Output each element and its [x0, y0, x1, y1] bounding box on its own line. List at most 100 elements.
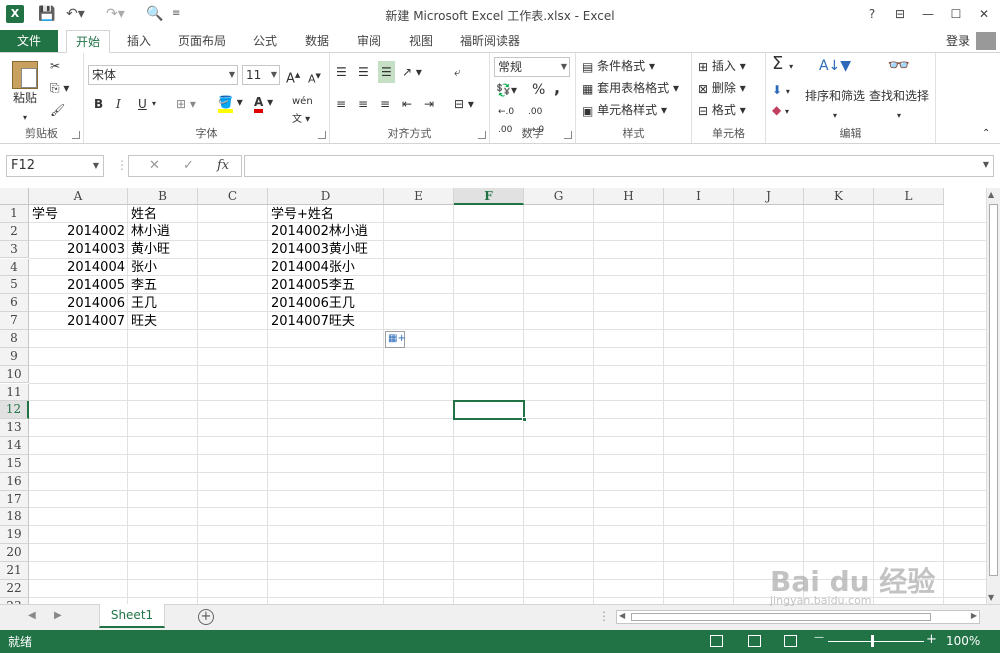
cell-b2[interactable]: 林小逍 — [131, 223, 195, 240]
increase-font-icon[interactable]: A▲ — [286, 66, 300, 88]
customize-quick-access-icon[interactable]: ≡ — [172, 5, 180, 23]
add-sheet-icon[interactable]: + — [198, 609, 214, 625]
underline-dropdown-icon[interactable]: ▾ — [152, 95, 156, 113]
prev-sheet-icon[interactable]: ◀ — [28, 610, 36, 621]
row-header-17[interactable]: 17 — [0, 490, 29, 509]
align-right-icon[interactable]: ≡ — [380, 95, 390, 113]
copy-icon[interactable]: ⎘ ▾ — [50, 79, 69, 97]
conditional-formatting-button[interactable]: ▤ 条件格式 ▾ — [582, 57, 655, 76]
column-header-j[interactable]: J — [734, 188, 804, 205]
zoom-in-button[interactable]: + — [926, 632, 937, 647]
cell-b1[interactable]: 姓名 — [131, 206, 195, 223]
column-header-a[interactable]: A — [29, 188, 128, 205]
ribbon-display-options-button[interactable]: ⊟ — [886, 4, 914, 24]
clipboard-launcher-icon[interactable] — [72, 131, 80, 139]
cell-a7[interactable]: 2014007 — [32, 313, 125, 330]
column-header-k[interactable]: K — [804, 188, 874, 205]
cell-b4[interactable]: 张小 — [131, 259, 195, 276]
underline-button[interactable]: U — [138, 95, 147, 113]
save-icon[interactable]: 💾 — [38, 5, 55, 23]
normal-view-icon[interactable] — [710, 635, 723, 647]
align-left-icon[interactable]: ≡ — [336, 95, 346, 113]
cell-b7[interactable]: 旺夫 — [131, 313, 195, 330]
row-header-3[interactable]: 3 — [0, 240, 29, 259]
split-handle-icon[interactable]: ⋮ — [598, 609, 610, 623]
delete-cells-button[interactable]: ⊠ 删除 ▾ — [698, 79, 746, 98]
scroll-down-icon[interactable]: ▼ — [988, 593, 994, 602]
row-header-9[interactable]: 9 — [0, 347, 29, 366]
row-header-22[interactable]: 22 — [0, 579, 29, 598]
row-header-1[interactable]: 1 — [0, 205, 29, 223]
merge-center-icon[interactable]: ⊟ ▾ — [454, 95, 474, 113]
format-as-table-button[interactable]: ▦ 套用表格格式 ▾ — [582, 79, 679, 98]
column-header-h[interactable]: H — [594, 188, 664, 205]
tab-home[interactable]: 开始 — [66, 30, 110, 53]
tab-view[interactable]: 视图 — [400, 30, 442, 52]
close-button[interactable]: ✕ — [970, 4, 998, 24]
minimize-button[interactable]: — — [914, 4, 942, 24]
number-launcher-icon[interactable] — [564, 131, 572, 139]
border-icon[interactable]: ⊞ ▾ — [176, 95, 196, 113]
fill-icon[interactable]: ⬇ ▾ — [772, 81, 790, 101]
tab-formulas[interactable]: 公式 — [244, 30, 286, 52]
vertical-scroll-thumb[interactable] — [989, 204, 998, 576]
align-center-icon[interactable]: ≡ — [358, 95, 368, 113]
cell-b5[interactable]: 李五 — [131, 277, 195, 294]
print-preview-icon[interactable]: 🔍 — [146, 5, 163, 23]
row-header-7[interactable]: 7 — [0, 312, 29, 330]
row-header-20[interactable]: 20 — [0, 544, 29, 562]
scroll-right-icon[interactable]: ▶ — [971, 611, 977, 620]
tab-insert[interactable]: 插入 — [118, 30, 160, 52]
row-header-4[interactable]: 4 — [0, 258, 29, 277]
avatar[interactable] — [976, 32, 996, 50]
tab-data[interactable]: 数据 — [296, 30, 338, 52]
format-painter-icon[interactable]: 🖌 — [50, 101, 65, 119]
find-select-button[interactable]: 👓 查找和选择 ▾ — [868, 57, 930, 125]
insert-function-icon[interactable]: fx — [217, 158, 229, 173]
tab-file[interactable]: 文件 — [0, 30, 58, 52]
horizontal-scroll-thumb[interactable] — [631, 613, 931, 621]
cell-b6[interactable]: 王几 — [131, 295, 195, 312]
cell-b3[interactable]: 黄小旺 — [131, 241, 195, 258]
increase-indent-icon[interactable]: ⇥ — [424, 95, 434, 113]
align-top-icon[interactable]: ☰ — [336, 63, 347, 81]
column-header-e[interactable]: E — [384, 188, 454, 205]
collapse-ribbon-icon[interactable]: ⌃ — [982, 125, 990, 143]
cell-a5[interactable]: 2014005 — [32, 277, 125, 294]
row-header-15[interactable]: 15 — [0, 454, 29, 473]
cell-a4[interactable]: 2014004 — [32, 259, 125, 276]
formula-input[interactable]: ▼ — [244, 155, 994, 177]
zoom-slider[interactable] — [828, 641, 924, 642]
decrease-font-icon[interactable]: A▼ — [308, 67, 321, 89]
horizontal-scrollbar[interactable]: ◀ ▶ — [616, 610, 980, 624]
row-header-14[interactable]: 14 — [0, 437, 29, 455]
row-header-13[interactable]: 13 — [0, 419, 29, 437]
zoom-level[interactable]: 100% — [946, 634, 980, 648]
column-header-i[interactable]: I — [664, 188, 734, 205]
cell-d7[interactable]: 2014007旺夫 — [271, 313, 381, 330]
percent-button[interactable]: % — [532, 81, 545, 99]
sort-filter-button[interactable]: A↓▼ 排序和筛选 ▾ — [804, 57, 866, 125]
column-header-d[interactable]: D — [268, 188, 384, 205]
column-header-c[interactable]: C — [198, 188, 268, 205]
auto-fill-options-button[interactable]: ▦+ — [385, 331, 406, 348]
column-header-f[interactable]: F — [454, 188, 524, 205]
maximize-button[interactable]: ☐ — [942, 4, 970, 24]
tab-page-layout[interactable]: 页面布局 — [170, 30, 234, 52]
align-bottom-icon[interactable]: ☰ — [378, 61, 395, 83]
number-format-select[interactable]: 常规 ▼ — [494, 57, 570, 77]
autosum-icon[interactable]: Σ ▾ — [772, 55, 793, 76]
column-header-g[interactable]: G — [524, 188, 594, 205]
row-header-10[interactable]: 10 — [0, 365, 29, 384]
align-middle-icon[interactable]: ☰ — [358, 63, 369, 81]
paste-button[interactable]: 粘贴 ▾ — [8, 59, 42, 122]
cell-d3[interactable]: 2014003黄小旺 — [271, 241, 381, 258]
cell-d6[interactable]: 2014006王几 — [271, 295, 381, 312]
italic-button[interactable]: I — [116, 95, 121, 113]
expand-formula-icon[interactable]: ▼ — [983, 160, 989, 169]
row-header-2[interactable]: 2 — [0, 222, 29, 241]
login-link[interactable]: 登录 — [946, 30, 970, 52]
row-header-16[interactable]: 16 — [0, 472, 29, 491]
alignment-launcher-icon[interactable] — [478, 131, 486, 139]
scroll-up-icon[interactable]: ▲ — [988, 190, 994, 199]
